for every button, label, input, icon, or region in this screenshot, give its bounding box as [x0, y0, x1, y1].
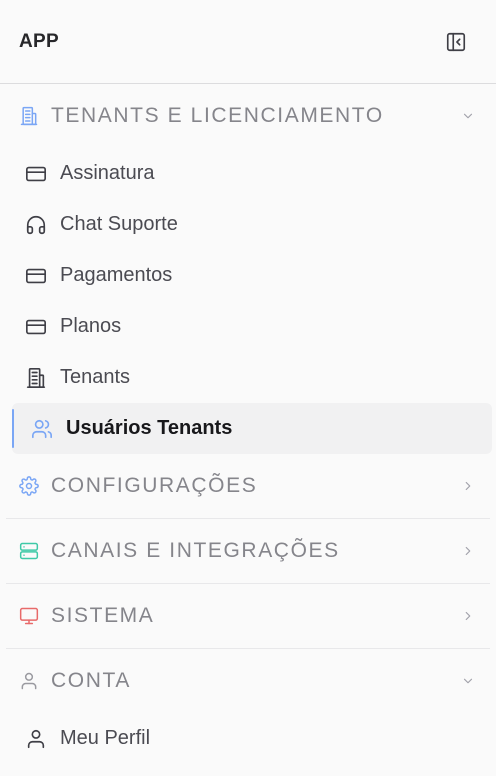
sidebar-item-meu-perfil[interactable]: Meu Perfil [0, 713, 496, 764]
user-icon [18, 670, 40, 692]
headphones-icon [24, 213, 48, 237]
chevron-down-icon [460, 108, 476, 124]
app-title: APP [19, 30, 59, 52]
server-icon [18, 540, 40, 562]
sidebar-item-chat-suporte[interactable]: Chat Suporte [0, 199, 496, 250]
sidebar-item-tenants[interactable]: Tenants [0, 352, 496, 403]
sidebar-item-label: Planos [60, 315, 122, 337]
sidebar-collapse-button[interactable] [443, 29, 469, 55]
chevron-right-icon [460, 543, 476, 559]
building-icon [18, 105, 40, 127]
sidebar-header: APP [0, 0, 496, 84]
sidebar-item-planos[interactable]: Planos [0, 301, 496, 352]
chevron-down-icon [460, 673, 476, 689]
sidebar-item-label: Chat Suporte [60, 213, 178, 235]
monitor-icon [18, 605, 40, 627]
section-header-tenants-licenciamento[interactable]: TENANTS E LICENCIAMENTO [0, 84, 496, 148]
section-sistema: SISTEMA [0, 584, 496, 648]
credit-card-icon [24, 264, 48, 288]
section-configuracoes: CONFIGURAÇÕES [0, 454, 496, 518]
section-label: CANAIS E INTEGRAÇÕES [51, 539, 340, 562]
section-label: TENANTS E LICENCIAMENTO [51, 104, 384, 127]
section-label: CONTA [51, 669, 131, 692]
section-label: CONFIGURAÇÕES [51, 474, 258, 497]
sidebar-item-assinatura[interactable]: Assinatura [0, 148, 496, 199]
section-conta: CONTA Meu Perfil [0, 649, 496, 764]
sidebar-collapse-icon [445, 31, 467, 53]
section-items: Assinatura Chat Suporte Pagamentos Plano… [0, 148, 496, 454]
section-canais-integracoes: CANAIS E INTEGRAÇÕES [0, 519, 496, 583]
users-icon [30, 417, 54, 441]
section-header-canais-integracoes[interactable]: CANAIS E INTEGRAÇÕES [0, 519, 496, 583]
section-label: SISTEMA [51, 604, 155, 627]
section-header-conta[interactable]: CONTA [0, 649, 496, 713]
credit-card-icon [24, 162, 48, 186]
sidebar-item-usuarios-tenants[interactable]: Usuários Tenants [12, 403, 492, 454]
sidebar-item-pagamentos[interactable]: Pagamentos [0, 250, 496, 301]
sidebar-item-label: Pagamentos [60, 264, 173, 286]
user-icon [24, 727, 48, 751]
sidebar-item-label: Assinatura [60, 162, 155, 184]
chevron-right-icon [460, 608, 476, 624]
building-icon [24, 366, 48, 390]
sidebar: APP TENANTS E LICENCIAMENTO Assinatura C… [0, 0, 496, 776]
section-header-sistema[interactable]: SISTEMA [0, 584, 496, 648]
section-header-configuracoes[interactable]: CONFIGURAÇÕES [0, 454, 496, 518]
section-items: Meu Perfil [0, 713, 496, 764]
sidebar-item-label: Usuários Tenants [66, 417, 233, 439]
section-tenants-licenciamento: TENANTS E LICENCIAMENTO Assinatura Chat … [0, 84, 496, 454]
sidebar-item-label: Tenants [60, 366, 131, 388]
sidebar-item-label: Meu Perfil [60, 727, 151, 749]
gear-icon [18, 475, 40, 497]
credit-card-icon [24, 315, 48, 339]
chevron-right-icon [460, 478, 476, 494]
